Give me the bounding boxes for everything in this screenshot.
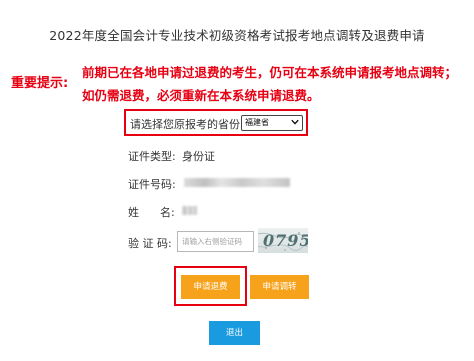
province-label: 请选择您原报考的省份:: [130, 118, 244, 131]
page-title: 2022年度全国会计专业技术初级资格考试报考地点调转及退费申请: [49, 28, 425, 43]
notice-text: 前期已在各地申请过退费的考生，仍可在本系统申请报考地点调转； 如仍需退费，必须重…: [82, 61, 470, 107]
province-select[interactable]: 福建省: [241, 115, 303, 131]
notice-line-2: 如仍需退费，必须重新在本系统申请退费。: [82, 88, 320, 103]
id-type-label: 证件类型:: [128, 150, 176, 163]
captcha-code: 0795: [263, 231, 308, 250]
name-label: 姓 名:: [128, 206, 175, 219]
id-number-label: 证件号码:: [128, 178, 176, 191]
province-selected-value: 福建省: [245, 118, 269, 127]
id-number-redacted: [184, 178, 290, 187]
notice-line-1: 前期已在各地申请过退费的考生，仍可在本系统申请报考地点调转；: [82, 65, 458, 80]
apply-refund-button[interactable]: 申请退费: [181, 275, 240, 299]
apply-transfer-button[interactable]: 申请调转: [250, 275, 309, 299]
exit-button[interactable]: 退出: [209, 321, 260, 345]
notice-label: 重要提示:: [11, 76, 69, 91]
name-redacted: [182, 206, 197, 215]
captcha-label: 验 证 码:: [128, 237, 172, 250]
chevron-down-icon: [291, 116, 299, 130]
captcha-input[interactable]: 请输入右侧验证码: [177, 231, 254, 252]
captcha-image[interactable]: 0795: [258, 228, 308, 253]
id-type-value: 身份证: [182, 150, 215, 163]
